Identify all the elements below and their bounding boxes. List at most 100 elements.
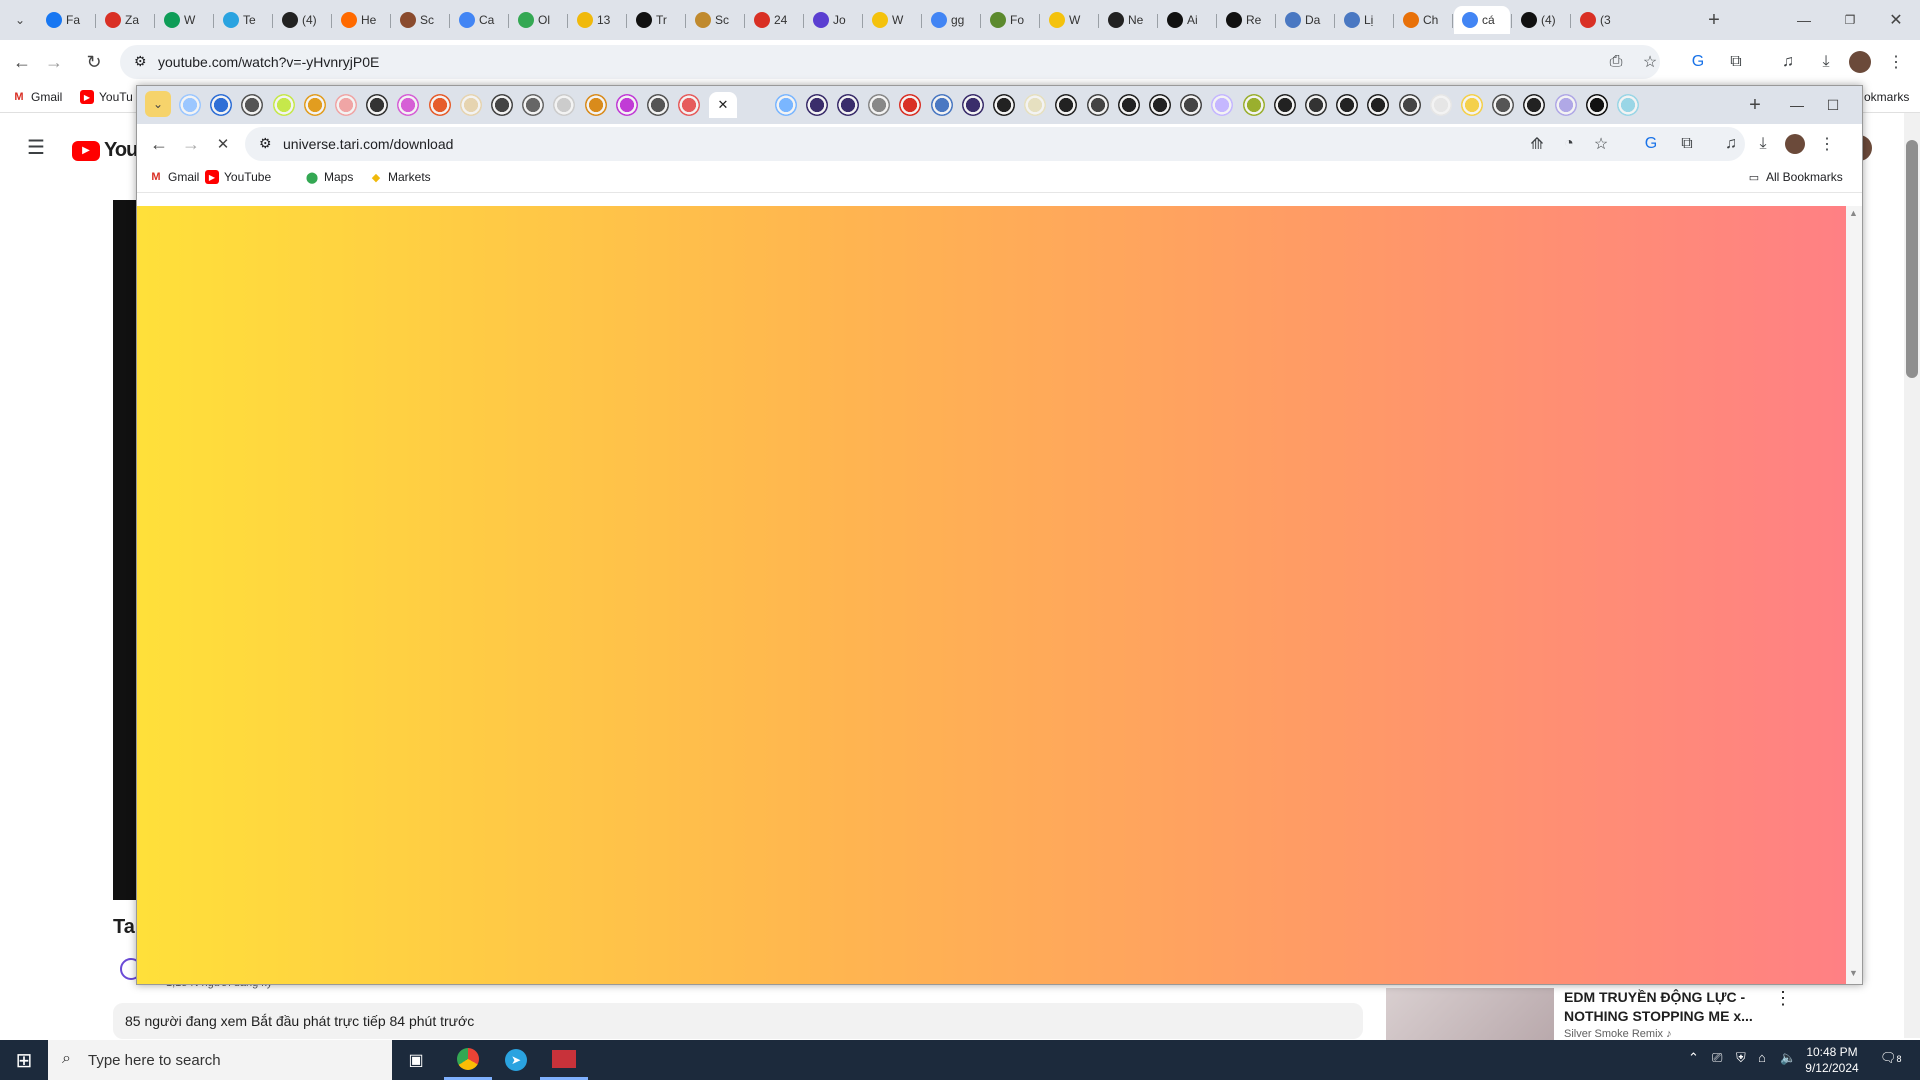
pinned-tab-favicon-icon[interactable] <box>868 94 891 116</box>
show-hidden-icons[interactable]: ⌃ <box>1688 1050 1699 1066</box>
task-view-button[interactable]: ▣ <box>392 1040 440 1080</box>
stop-loading-button[interactable]: ✕ <box>209 130 237 158</box>
pinned-tab-favicon-icon[interactable] <box>1211 94 1234 116</box>
front-address-bar[interactable]: ⚙ universe.tari.com/download <box>245 127 1745 161</box>
pinned-tab-favicon-icon[interactable] <box>335 94 357 116</box>
pinned-tab-favicon-icon[interactable] <box>1336 94 1359 116</box>
restore-button[interactable]: ❐ <box>1836 6 1864 34</box>
browser-tab[interactable]: Ca <box>451 6 507 34</box>
browser-tab[interactable]: Sc <box>687 6 743 34</box>
scroll-down-arrow-icon[interactable]: ▼ <box>1849 968 1858 978</box>
profile-avatar[interactable] <box>1846 48 1874 76</box>
pinned-tab-favicon-icon[interactable] <box>366 94 389 116</box>
front-media-controls-icon[interactable]: ♫ <box>1717 130 1745 158</box>
browser-tab[interactable]: 13 <box>569 6 625 34</box>
hamburger-menu-icon[interactable]: ☰ <box>22 133 50 161</box>
browser-tab[interactable]: Fa <box>38 6 94 34</box>
back-button[interactable]: ← <box>8 48 36 76</box>
browser-tab[interactable]: Ch <box>1395 6 1451 34</box>
forward-button[interactable]: → <box>40 48 68 76</box>
page-scrollbar-thumb[interactable] <box>1906 140 1918 378</box>
app-taskbar-icon[interactable] <box>540 1040 588 1080</box>
pinned-tab-favicon-icon[interactable] <box>1585 94 1608 116</box>
front-minimize-button-2[interactable]: — <box>1783 91 1811 119</box>
taskbar-search-box[interactable]: ⌕ Type here to search <box>48 1040 392 1080</box>
bookmark-gmail[interactable]: M Gmail <box>12 90 62 104</box>
pinned-tab-favicon-icon[interactable] <box>1429 94 1452 116</box>
pinned-tab-favicon-icon[interactable] <box>491 94 513 116</box>
chrome-taskbar-icon[interactable] <box>444 1040 492 1080</box>
bookmark-star-icon[interactable]: ☆ <box>1636 48 1664 76</box>
front-downloads-icon[interactable]: ⤓ <box>1749 130 1777 158</box>
pinned-tab-favicon-icon[interactable] <box>1242 94 1265 116</box>
browser-tab[interactable]: Jo <box>805 6 861 34</box>
front-extensions-icon[interactable]: ⧉ <box>1673 130 1701 158</box>
taskbar-clock[interactable]: 10:48 PM 9/12/2024 <box>1800 1044 1864 1076</box>
browser-tab[interactable]: Ol <box>510 6 566 34</box>
browser-tab[interactable]: Te <box>215 6 271 34</box>
address-bar[interactable]: ⚙ youtube.com/watch?v=-yHvnryjP0E <box>120 45 1660 79</box>
pinned-tab-favicon-icon[interactable] <box>1617 94 1639 116</box>
pinned-tab-favicon-icon[interactable] <box>1554 94 1577 116</box>
front-back-button[interactable]: ← <box>145 130 173 158</box>
reload-button[interactable]: ↻ <box>80 48 108 76</box>
install-app-icon[interactable]: ⎙ <box>1602 48 1630 76</box>
network-icon[interactable]: ⌂ <box>1758 1050 1766 1065</box>
front-menu-kebab-icon[interactable]: ⋮ <box>1813 130 1841 158</box>
scroll-up-arrow-icon[interactable]: ▲ <box>1849 208 1858 218</box>
site-info-icon[interactable]: ⚙ <box>134 53 147 70</box>
telegram-taskbar-icon[interactable]: ➤ <box>492 1040 540 1080</box>
notification-center-icon[interactable]: 🗨8 <box>1880 1050 1902 1066</box>
pinned-tab-favicon-icon[interactable] <box>1024 94 1047 116</box>
recommended-thumbnail[interactable] <box>1386 988 1554 1040</box>
browser-tab[interactable]: Sc <box>392 6 448 34</box>
pinned-tab-favicon-icon[interactable] <box>428 94 451 116</box>
browser-tab[interactable]: (3 <box>1572 6 1628 34</box>
meet-now-icon[interactable]: ⎚ <box>1712 1050 1722 1066</box>
browser-tab[interactable]: (4) <box>1513 6 1569 34</box>
site-info-icon[interactable]: ⚙ <box>259 135 272 152</box>
pinned-tab-favicon-icon[interactable] <box>1055 94 1078 116</box>
downloads-icon[interactable]: ⤓ <box>1812 48 1840 76</box>
pinned-tab-favicon-icon[interactable] <box>1305 94 1327 116</box>
pinned-tab-favicon-icon[interactable] <box>397 94 420 116</box>
browser-tab[interactable]: Za <box>97 6 153 34</box>
front-bookmark-maps[interactable]: ⬤ Maps <box>305 170 354 184</box>
browser-tab[interactable]: W <box>1041 6 1097 34</box>
pinned-tab-favicon-icon[interactable] <box>1117 94 1140 116</box>
pinned-tab-favicon-icon[interactable] <box>179 94 201 116</box>
browser-tab[interactable]: He <box>333 6 389 34</box>
pinned-tab-favicon-icon[interactable] <box>1180 94 1203 116</box>
pinned-tab-favicon-icon[interactable] <box>1398 94 1421 116</box>
translate-page-icon[interactable]: ⟰ <box>1523 130 1551 158</box>
pinned-tab-favicon-icon[interactable] <box>303 94 326 116</box>
new-tab-button[interactable]: + <box>1741 91 1769 119</box>
pinned-tab-favicon-icon[interactable] <box>930 94 953 116</box>
all-bookmarks-partial[interactable]: okmarks <box>1864 90 1909 104</box>
browser-tab[interactable]: W <box>156 6 212 34</box>
new-tab-button[interactable]: + <box>1700 6 1728 34</box>
browser-tab[interactable]: (4) <box>274 6 330 34</box>
menu-kebab-icon[interactable]: ⋮ <box>1882 48 1910 76</box>
tab-search-button[interactable]: ⌄ <box>145 91 171 117</box>
pinned-tab-favicon-icon[interactable] <box>584 94 607 116</box>
minimize-button[interactable]: — <box>1790 6 1818 34</box>
front-bookmark-star-icon[interactable]: ☆ <box>1587 130 1615 158</box>
performance-icon[interactable]: ◔ <box>1555 130 1583 158</box>
front-page-scrollbar[interactable]: ▲ ▼ <box>1846 206 1862 984</box>
pinned-tab-favicon-icon[interactable] <box>1461 94 1483 116</box>
browser-tab[interactable]: 24 <box>746 6 802 34</box>
pinned-tab-favicon-icon[interactable] <box>647 94 669 116</box>
all-bookmarks-button[interactable]: ▭ All Bookmarks <box>1747 170 1843 184</box>
more-options-icon[interactable]: ⋮ <box>1774 988 1792 1009</box>
browser-tab[interactable]: Da <box>1277 6 1333 34</box>
pinned-tab-favicon-icon[interactable] <box>241 94 264 116</box>
pinned-tab-favicon-icon[interactable] <box>837 94 859 116</box>
front-bookmark-gmail[interactable]: M Gmail <box>149 170 199 184</box>
pinned-tab-favicon-icon[interactable] <box>1273 94 1296 116</box>
pinned-tab-favicon-icon[interactable] <box>805 94 828 116</box>
pinned-tab-favicon-icon[interactable] <box>1149 94 1171 116</box>
bookmark-youtube[interactable]: ▶ YouTu <box>80 90 133 104</box>
browser-tab[interactable]: Ne <box>1100 6 1156 34</box>
translate-icon[interactable]: G <box>1684 48 1712 76</box>
